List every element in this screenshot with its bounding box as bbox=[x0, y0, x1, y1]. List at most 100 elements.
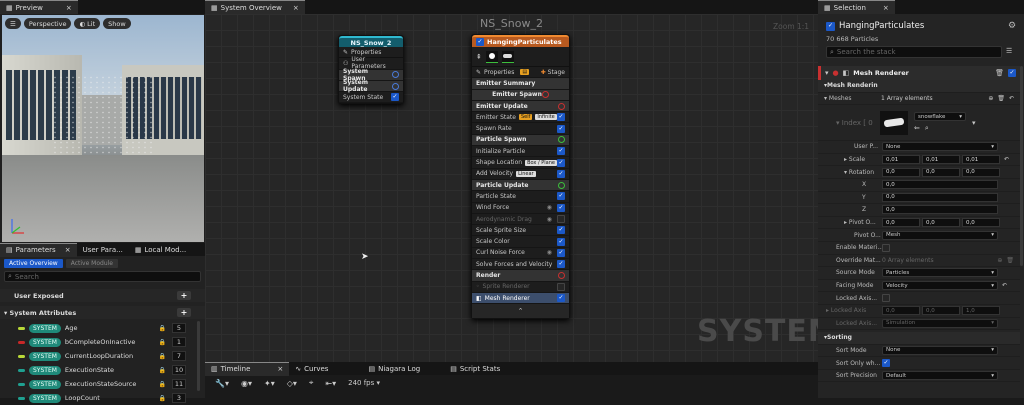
menu-button[interactable]: ☰ bbox=[5, 18, 21, 29]
sorting-section[interactable]: ▾ Sorting bbox=[818, 332, 1020, 345]
reset-icon[interactable]: ↶ bbox=[1009, 95, 1014, 102]
tab-timeline[interactable]: ▥ Timeline × bbox=[205, 361, 290, 376]
scale-y-input[interactable]: 0,01 bbox=[922, 155, 960, 165]
param-row[interactable]: SYSTEM ExecutionState 🔒 10 bbox=[0, 363, 200, 377]
pivot-x-input[interactable]: 0,0 bbox=[882, 218, 920, 228]
z-input[interactable]: 0,0 bbox=[882, 205, 998, 215]
mesh-rendering-section[interactable]: ▾ Mesh Renderin bbox=[818, 80, 1020, 93]
add-element-icon[interactable]: ⊕ bbox=[997, 257, 1002, 264]
stack-module-row[interactable]: Solve Forces and Velocity ✓ bbox=[472, 259, 569, 271]
param-row[interactable]: SYSTEM ExecutionStateSource 🔒 11 bbox=[0, 377, 200, 391]
param-row[interactable]: SYSTEM Age 🔒 5 bbox=[0, 321, 200, 335]
locked-axis-checkbox[interactable] bbox=[882, 294, 890, 303]
tab-user-params[interactable]: User Para... bbox=[77, 243, 129, 257]
tab-parameters[interactable]: ▤ Parameters × bbox=[0, 242, 77, 257]
sort-only-checkbox[interactable]: ✓ bbox=[882, 359, 890, 368]
system-node[interactable]: NS_Snow_2 ✎ Properties ⚇ User Parameters S… bbox=[338, 35, 404, 105]
chevron-down-icon[interactable]: ▾ bbox=[4, 309, 7, 317]
settings-gear-icon[interactable]: ⚙ bbox=[1008, 21, 1016, 31]
scale-x-input[interactable]: 0,01 bbox=[882, 155, 920, 165]
user-p-dropdown[interactable]: None ▾ bbox=[882, 142, 998, 152]
add-module-icon[interactable] bbox=[558, 181, 565, 189]
key-icon[interactable]: ◇▾ bbox=[287, 379, 297, 388]
add-element-icon[interactable]: ⊕ bbox=[988, 95, 993, 102]
checkbox[interactable]: ✓ bbox=[391, 93, 399, 102]
close-icon[interactable]: × bbox=[277, 365, 283, 373]
close-icon[interactable]: × bbox=[65, 246, 71, 254]
module-enable-checkbox[interactable]: ✓ bbox=[557, 260, 565, 269]
stack-module-row[interactable]: Emitter State Self Infinite ✓ bbox=[472, 112, 569, 124]
wrench-icon[interactable]: 🔧▾ bbox=[215, 379, 229, 388]
module-enable-checkbox[interactable] bbox=[557, 215, 565, 223]
selection-scrollbar[interactable] bbox=[1020, 66, 1023, 266]
tab-niagara-log[interactable]: ▤ Niagara Log bbox=[362, 362, 426, 376]
param-search-input[interactable]: ⌕ Search bbox=[4, 271, 201, 282]
stack-module-row[interactable]: ◦ Sprite Renderer bbox=[472, 282, 569, 293]
locked-axis-z-input[interactable]: 1,0 bbox=[962, 306, 1000, 316]
subtab-active-overview[interactable]: Active Overview bbox=[4, 259, 63, 268]
add-module-icon[interactable] bbox=[541, 91, 549, 99]
perspective-button[interactable]: Perspective bbox=[23, 18, 72, 29]
snap-icon[interactable]: ⌖ bbox=[309, 378, 314, 388]
locked-axis-y-input[interactable]: 0,0 bbox=[922, 306, 960, 316]
stack-module-row[interactable]: Spawn Rate ✓ bbox=[472, 123, 569, 135]
pivot-space-dropdown[interactable]: Mesh ▾ bbox=[882, 230, 998, 240]
delete-icon[interactable]: 🗑 bbox=[1006, 257, 1014, 264]
system-state-row[interactable]: System State ✓ bbox=[339, 92, 403, 104]
stack-search-input[interactable]: ⌕ Search the stack bbox=[826, 46, 1002, 58]
eye-icon[interactable]: ◉ bbox=[547, 204, 552, 211]
stack-module-row[interactable]: Wind Force ◉ ✓ bbox=[472, 203, 569, 214]
enable-material-checkbox[interactable] bbox=[882, 243, 890, 252]
add-module-icon[interactable] bbox=[558, 271, 565, 279]
emitter-enable-checkbox[interactable]: ✓ bbox=[476, 38, 484, 46]
fps-dropdown[interactable]: 240 fps ▾ bbox=[348, 379, 380, 387]
add-module-icon[interactable] bbox=[558, 102, 565, 110]
module-enable-checkbox[interactable]: ✓ bbox=[557, 192, 565, 201]
stack-module-row[interactable]: Aerodynamic Drag ◉ bbox=[472, 214, 569, 226]
stack-module-row[interactable]: Scale Color ✓ bbox=[472, 236, 569, 248]
chevron-down-icon[interactable]: ▾ bbox=[972, 119, 976, 127]
module-enable-checkbox[interactable]: ✓ bbox=[557, 226, 565, 235]
stack-module-row[interactable]: Shape Location Box / Plane ✓ bbox=[472, 157, 569, 169]
emitter-node[interactable]: ✓ HangingParticulates ⇞ ✎ Properties ▤ ✚ Stag… bbox=[471, 34, 570, 320]
stack-module-row[interactable]: Add Velocity Linear ✓ bbox=[472, 169, 569, 180]
param-row[interactable]: SYSTEM LoopCount 🔒 3 bbox=[0, 391, 200, 405]
stack-row-selected[interactable]: ◧ Mesh Renderer ✓ bbox=[472, 292, 569, 305]
pin-icon[interactable]: ⇞ bbox=[476, 53, 482, 61]
module-enable-checkbox[interactable]: ✓ bbox=[557, 147, 565, 156]
eye-icon[interactable]: ◉ bbox=[547, 216, 552, 223]
stack-section-header[interactable]: Particle Update bbox=[472, 179, 569, 192]
param-row[interactable]: SYSTEM bCompleteOnInactive 🔒 1 bbox=[0, 335, 200, 349]
stack-module-row[interactable]: Scale Sprite Size ✓ bbox=[472, 225, 569, 237]
add-module-icon[interactable] bbox=[558, 136, 565, 144]
lit-button[interactable]: ◐ Lit bbox=[74, 18, 101, 29]
renderer-enable-checkbox[interactable]: ✓ bbox=[1008, 69, 1016, 77]
module-enable-checkbox[interactable]: ✓ bbox=[557, 248, 565, 257]
emitter-properties-row[interactable]: ✎ Properties ▤ ✚ Stage bbox=[472, 67, 569, 79]
source-mode-dropdown[interactable]: Particles ▾ bbox=[882, 268, 998, 278]
stack-section-header[interactable]: Particle Spawn bbox=[472, 134, 569, 147]
chevron-down-icon[interactable]: ▾ bbox=[825, 69, 829, 77]
sprite-thumbnail[interactable] bbox=[485, 50, 498, 63]
mesh-thumbnail[interactable] bbox=[880, 110, 908, 135]
sort-precision-dropdown[interactable]: Default ▾ bbox=[882, 371, 998, 381]
rotation-x-input[interactable]: 0,0 bbox=[882, 167, 920, 177]
params-scrollbar[interactable] bbox=[197, 321, 200, 391]
rotation-y-input[interactable]: 0,0 bbox=[922, 167, 960, 177]
show-button[interactable]: Show bbox=[103, 18, 131, 29]
stack-module-row[interactable]: Curl Noise Force ◉ ✓ bbox=[472, 248, 569, 260]
module-enable-checkbox[interactable]: ✓ bbox=[557, 294, 565, 303]
viewport[interactable]: ☰ Perspective ◐ Lit Show bbox=[2, 15, 204, 242]
mesh-asset-dropdown[interactable]: snowflake ▾ bbox=[914, 112, 966, 122]
tab-selection[interactable]: ▦ Selection × bbox=[818, 0, 895, 14]
close-icon[interactable]: × bbox=[293, 4, 299, 12]
stack-module-row[interactable]: Initialize Particle ✓ bbox=[472, 146, 569, 158]
y-input[interactable]: 0,0 bbox=[882, 192, 998, 202]
tab-script-stats[interactable]: ▤ Script Stats bbox=[444, 362, 506, 376]
scale-z-input[interactable]: 0,01 bbox=[962, 155, 1000, 165]
rotation-z-input[interactable]: 0,0 bbox=[962, 167, 1000, 177]
module-enable-checkbox[interactable]: ✓ bbox=[557, 113, 565, 122]
range-icon[interactable]: ⇤▾ bbox=[325, 379, 336, 388]
module-enable-checkbox[interactable]: ✓ bbox=[557, 124, 565, 133]
tab-local-modules[interactable]: ▦ Local Mod... bbox=[129, 243, 192, 257]
